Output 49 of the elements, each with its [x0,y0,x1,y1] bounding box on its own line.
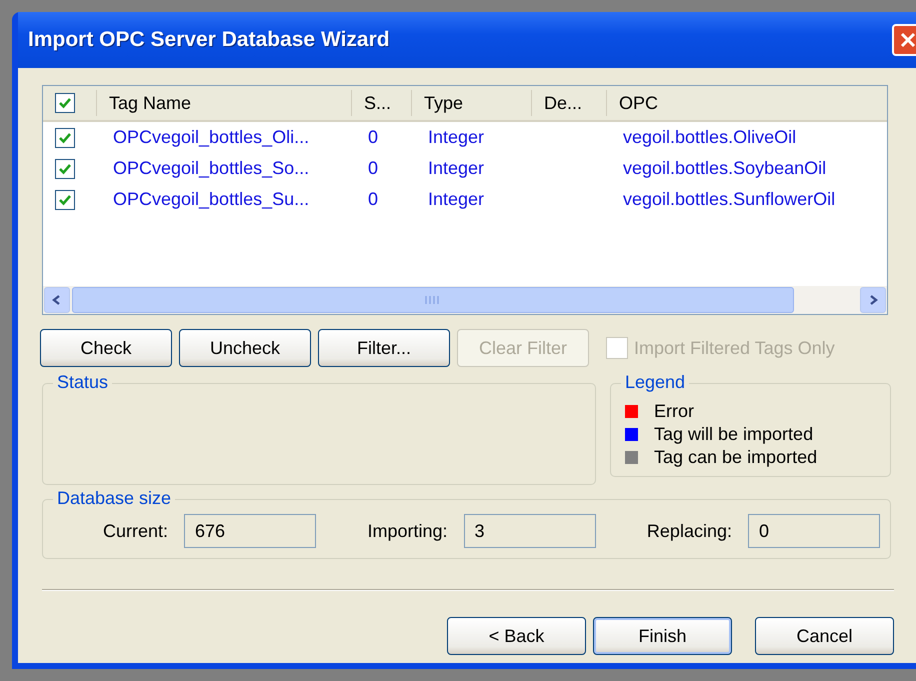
legend-label: Tag can be imported [654,447,818,468]
checkmark-icon [58,130,72,144]
checkmark-icon [58,162,72,176]
row-checkbox[interactable] [55,190,75,210]
table-cell: Integer [428,127,484,148]
table-cell: 0 [368,189,378,210]
scroll-left-button[interactable] [44,287,70,313]
checkbox-label: Import Filtered Tags Only [634,338,835,358]
table-cell: Integer [428,189,484,210]
table-cell: OPCvegoil_bottles_Oli... [113,127,310,148]
readonly-field: 676 [184,514,316,548]
readonly-field: 3 [464,514,596,548]
column-header[interactable]: S... [364,92,392,114]
window-title: Import OPC Server Database Wizard [28,28,390,52]
legend-label: Tag will be imported [654,424,814,445]
close-icon [898,30,916,50]
table-cell: 0 [368,158,378,179]
column-header[interactable]: De... [544,92,582,114]
table-cell: 0 [368,127,378,148]
wizard-button[interactable]: Cancel [755,617,894,655]
wizard-button[interactable]: < Back [447,617,586,655]
column-header[interactable]: Tag Name [109,92,192,114]
action-button[interactable]: Check [40,329,172,367]
table-cell: vegoil.bottles.OliveOil [623,127,796,148]
table-cell: OPCvegoil_bottles_So... [113,158,310,179]
row-checkbox[interactable] [55,158,75,178]
action-button[interactable]: Uncheck [179,329,311,367]
table-cell: Integer [428,158,484,179]
field-label: Importing: [367,520,448,542]
table-cell: OPCvegoil_bottles_Su... [113,189,310,210]
field-label: Current: [103,520,168,542]
close-button[interactable] [892,24,916,56]
header-checkbox[interactable] [55,93,75,113]
readonly-field: 0 [748,514,880,548]
row-checkbox[interactable] [55,128,75,148]
column-header[interactable]: OPC [619,92,658,114]
legend-label: Error [654,401,694,422]
group-title: Legend [621,372,690,393]
action-button[interactable]: Filter... [318,329,450,367]
wizard-button[interactable]: Finish [593,617,732,655]
table-cell: vegoil.bottles.SoybeanOil [623,158,826,179]
column-header[interactable]: Type [424,92,464,114]
scroll-right-button[interactable] [860,287,886,313]
checkmark-icon [58,192,72,206]
horizontal-scrollbar[interactable] [43,286,887,314]
checkmark-icon [58,96,72,110]
field-label: Replacing: [646,520,732,542]
scroll-thumb[interactable] [72,287,794,313]
table-cell: vegoil.bottles.SunflowerOil [623,189,836,210]
